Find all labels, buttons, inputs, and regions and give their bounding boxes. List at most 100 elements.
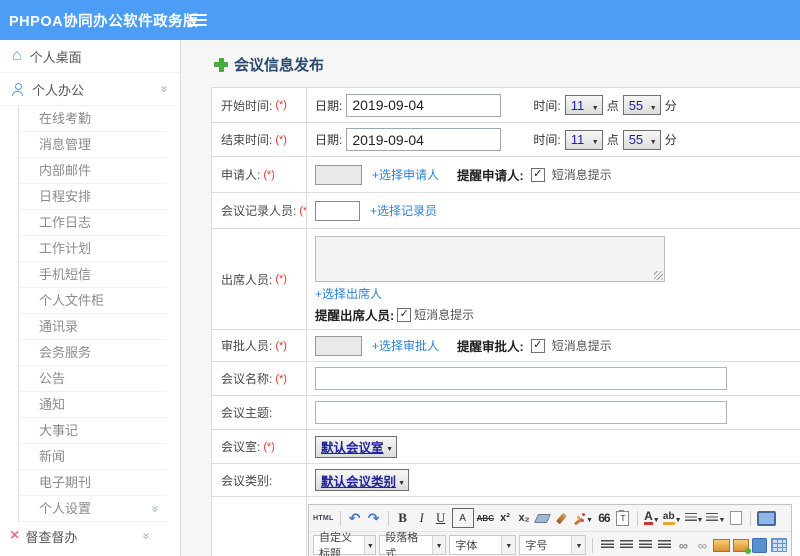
font-style-button[interactable]: A — [451, 508, 474, 528]
redo-icon[interactable] — [366, 509, 382, 527]
image-button[interactable] — [713, 536, 730, 554]
menu-toggle-button[interactable] — [189, 14, 207, 27]
sidebar-item-label: 个人桌面 — [29, 49, 82, 65]
meeting-category-select[interactable]: 默认会议类别 — [315, 469, 409, 491]
meeting-name-label: 会议名称: — [221, 372, 273, 386]
meeting-topic-input[interactable] — [315, 401, 727, 424]
sidebar-item-announcement[interactable]: 公告 — [19, 366, 167, 392]
approver-input[interactable] — [315, 335, 362, 356]
fullscreen-button[interactable] — [757, 509, 777, 527]
unlink-button[interactable] — [694, 536, 710, 554]
highlight-color-button[interactable]: ab — [662, 509, 682, 527]
paste-text-icon[interactable]: T — [615, 509, 631, 527]
attendees-sms-checkbox[interactable] — [397, 307, 412, 322]
sidebar-item-memorabilia[interactable]: 大事记 — [19, 418, 167, 444]
approver-label: 审批人员: — [221, 339, 273, 353]
subscript-button[interactable]: x₂ — [516, 509, 532, 527]
meeting-room-label: 会议室: — [221, 440, 261, 454]
end-date-input[interactable] — [346, 128, 502, 151]
font-color-button[interactable]: A — [644, 509, 660, 527]
required-mark: (*) — [263, 168, 275, 181]
row-meeting-topic: 会议主题: — [212, 396, 800, 430]
html-source-button[interactable]: HTML — [313, 509, 334, 527]
link-button[interactable] — [675, 536, 691, 554]
sidebar-item-sms[interactable]: 手机短信 — [19, 262, 167, 288]
sidebar-item-personal-settings[interactable]: 个人设置 — [19, 496, 167, 522]
format-brush-icon[interactable] — [554, 509, 570, 527]
justify-button[interactable] — [656, 536, 672, 554]
sidebar-item-notice[interactable]: 通知 — [19, 392, 167, 418]
choose-attendees-link[interactable]: +选择出席人 — [315, 285, 382, 302]
sidebar-item-supervision[interactable]: 督查督办 — [0, 522, 180, 550]
dropdown-arrow-icon — [398, 473, 405, 488]
sidebar-item-meeting-service[interactable]: 会务服务 — [19, 340, 167, 366]
magic-wand-icon[interactable] — [573, 509, 593, 527]
sidebar-item-news[interactable]: 新闻 — [19, 444, 167, 470]
start-minute-select[interactable]: 55 — [622, 95, 661, 115]
sidebar-item-e-journal[interactable]: 电子期刊 — [19, 470, 167, 496]
sidebar-item-online-attendance[interactable]: 在线考勤 — [19, 106, 167, 132]
recorder-input[interactable] — [315, 200, 360, 221]
sidebar: 个人桌面 个人办公 在线考勤 消息管理 内部邮件 日程安排 工作日志 工作计划 … — [0, 40, 181, 556]
sidebar-item-personal-desktop[interactable]: 个人桌面 — [0, 40, 180, 73]
heading-select[interactable]: 自定义标题 — [313, 532, 377, 556]
strikethrough-button[interactable]: ABC — [477, 509, 494, 527]
applicant-sms-checkbox[interactable] — [530, 167, 545, 182]
meeting-room-select[interactable]: 默认会议室 — [315, 435, 397, 458]
remind-approver-label: 提醒审批人: — [457, 340, 524, 354]
image-upload-button[interactable] — [732, 536, 752, 554]
choose-recorder-link[interactable]: +选择记录员 — [370, 202, 437, 219]
sidebar-item-personal-office[interactable]: 个人办公 — [0, 73, 180, 106]
sidebar-item-personal-files[interactable]: 个人文件柜 — [19, 288, 167, 314]
dropdown-arrow-icon — [386, 439, 393, 454]
bold-button[interactable]: B — [395, 509, 411, 527]
row-content-editor: HTML B I U A ABC x² x₂ — [212, 497, 800, 556]
unordered-list-button[interactable] — [706, 509, 725, 527]
sidebar-item-contacts[interactable]: 通讯录 — [19, 314, 167, 340]
media-button[interactable] — [752, 536, 768, 554]
start-hour-select[interactable]: 11 — [564, 95, 603, 115]
blockquote-button[interactable]: 66 — [596, 509, 612, 527]
eraser-icon[interactable] — [534, 509, 552, 527]
attendees-textarea[interactable] — [315, 236, 665, 282]
underline-button[interactable]: U — [433, 509, 449, 527]
sms-label: 短消息提示 — [551, 339, 612, 353]
ordered-list-button[interactable] — [684, 509, 704, 527]
resize-handle[interactable] — [654, 271, 663, 280]
meeting-category-label: 会议类别: — [221, 473, 273, 488]
start-date-input[interactable] — [346, 93, 502, 117]
main-content: 会议信息发布 开始时间:(*) 日期: 时间: 11 点 55 分 结束时间:(… — [181, 40, 800, 556]
undo-icon[interactable] — [347, 509, 363, 527]
sidebar-sub-list: 在线考勤 消息管理 内部邮件 日程安排 工作日志 工作计划 手机短信 个人文件柜… — [18, 106, 180, 522]
minute-unit-label: 分 — [664, 98, 677, 113]
approver-sms-checkbox[interactable] — [530, 338, 545, 353]
font-size-select[interactable]: 字号 — [519, 535, 587, 555]
align-center-button[interactable] — [618, 536, 634, 554]
sms-label: 短消息提示 — [414, 308, 475, 322]
table-button[interactable] — [770, 536, 787, 554]
page-title: 会议信息发布 — [234, 57, 325, 74]
align-left-button[interactable] — [599, 536, 615, 554]
end-minute-select[interactable]: 55 — [622, 129, 661, 150]
sidebar-item-message-management[interactable]: 消息管理 — [19, 132, 167, 158]
align-right-button[interactable] — [637, 536, 653, 554]
sidebar-item-work-log[interactable]: 工作日志 — [19, 210, 167, 236]
sidebar-item-schedule[interactable]: 日程安排 — [19, 184, 167, 210]
row-approver: 审批人员:(*) +选择审批人 提醒审批人: 短消息提示 — [212, 330, 800, 362]
sidebar-item-work-plan[interactable]: 工作计划 — [19, 236, 167, 262]
meeting-topic-label: 会议主题: — [221, 406, 273, 420]
paragraph-format-select[interactable]: 段落格式 — [379, 532, 447, 556]
italic-button[interactable]: I — [414, 509, 430, 527]
sidebar-item-internal-mail[interactable]: 内部邮件 — [19, 158, 167, 184]
font-family-select[interactable]: 字体 — [449, 535, 517, 555]
new-page-button[interactable] — [728, 509, 744, 527]
superscript-button[interactable]: x² — [497, 509, 513, 527]
required-mark: (*) — [275, 339, 287, 352]
applicant-input[interactable] — [315, 164, 362, 185]
choose-approver-link[interactable]: +选择审批人 — [372, 337, 439, 354]
choose-applicant-link[interactable]: +选择申请人 — [372, 166, 439, 183]
chevron-down-icon — [150, 505, 162, 512]
meeting-name-input[interactable] — [315, 367, 727, 390]
row-applicant: 申请人:(*) +选择申请人 提醒申请人: 短消息提示 — [212, 157, 800, 193]
end-hour-select[interactable]: 11 — [564, 129, 603, 150]
